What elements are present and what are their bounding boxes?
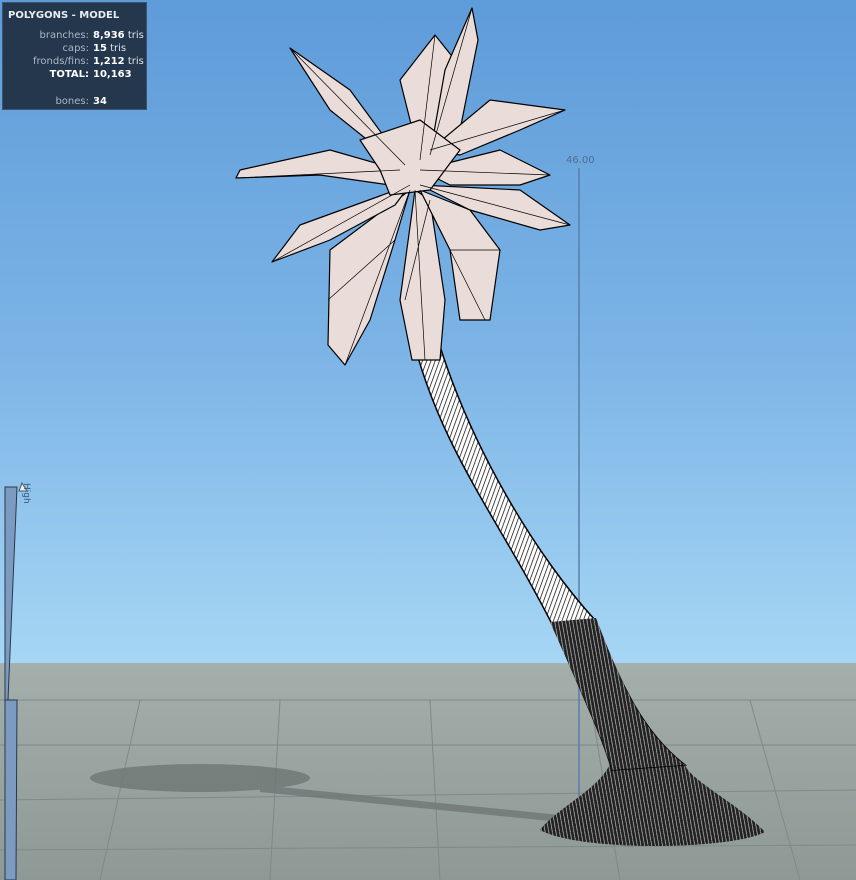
stat-row-bones: bones: 34: [55, 96, 107, 107]
height-ruler-label: 46.00: [566, 155, 595, 166]
stat-row-fronds: fronds/fins: 1,212 tris: [32, 56, 144, 67]
stat-row-branches: branches: 8,936 tris: [39, 30, 144, 41]
trunk-base: [540, 760, 765, 846]
viewport-3d[interactable]: [0, 0, 856, 880]
ground-grid: [0, 699, 856, 880]
palm-fronds: [235, 7, 571, 366]
lod-slider-label: High: [21, 483, 31, 504]
polygon-stats-panel: POLYGONS - MODEL branches: 8,936 tris cap…: [2, 2, 147, 110]
trunk-lower-mesh: [550, 618, 685, 770]
lod-slider[interactable]: [4, 481, 28, 880]
tree-shadow: [90, 764, 560, 822]
stat-row-total: TOTAL: 10,163: [49, 69, 132, 80]
panel-title: POLYGONS - MODEL: [8, 10, 120, 21]
palm-trunk: [411, 329, 688, 771]
stat-row-caps: caps: 15 tris: [62, 43, 127, 54]
